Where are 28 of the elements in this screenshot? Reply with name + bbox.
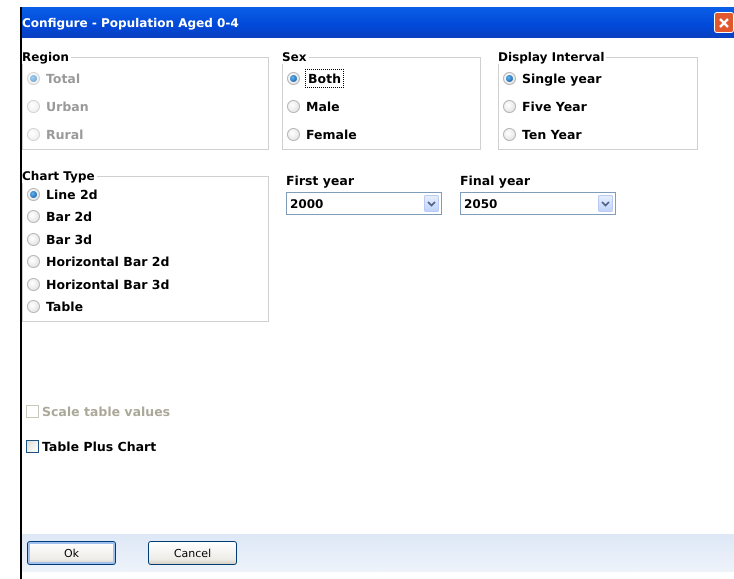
option-label: Horizontal Bar 2d: [46, 254, 170, 270]
group-title: Chart Type: [22, 169, 96, 183]
option-label: Bar 3d: [46, 232, 92, 247]
field-label: Final year: [460, 172, 532, 190]
year-dropdown[interactable]: 2000: [286, 192, 442, 215]
option-label: Urban: [46, 98, 89, 114]
option-label: Ten Year: [522, 126, 582, 142]
option-label: Rural: [46, 126, 84, 142]
group-title: Display Interval: [498, 50, 606, 64]
option-label: Male: [306, 98, 340, 114]
group-title: Sex: [282, 50, 308, 64]
checkbox-label: Table Plus Chart: [42, 438, 156, 454]
group-title: Region: [22, 50, 70, 64]
field-label: First year: [286, 172, 355, 190]
window-title: Configure - Population Aged 0-4: [22, 16, 239, 30]
option-label: Total: [46, 70, 80, 86]
year-dropdown[interactable]: 2050: [460, 192, 616, 215]
option-label: Both: [306, 70, 343, 86]
dialog-button[interactable]: Cancel: [148, 541, 237, 565]
option-label: Horizontal Bar 3d: [46, 276, 170, 292]
option-label: Five Year: [522, 98, 587, 114]
option-label: Single year: [522, 70, 602, 86]
checkbox-label: Scale table values: [42, 404, 170, 418]
option-label: Table: [46, 299, 84, 314]
option-label: Female: [306, 126, 357, 142]
dialog-button[interactable]: Ok: [27, 541, 116, 565]
option-label: Bar 2d: [46, 209, 92, 224]
option-label: Line 2d: [46, 186, 98, 202]
